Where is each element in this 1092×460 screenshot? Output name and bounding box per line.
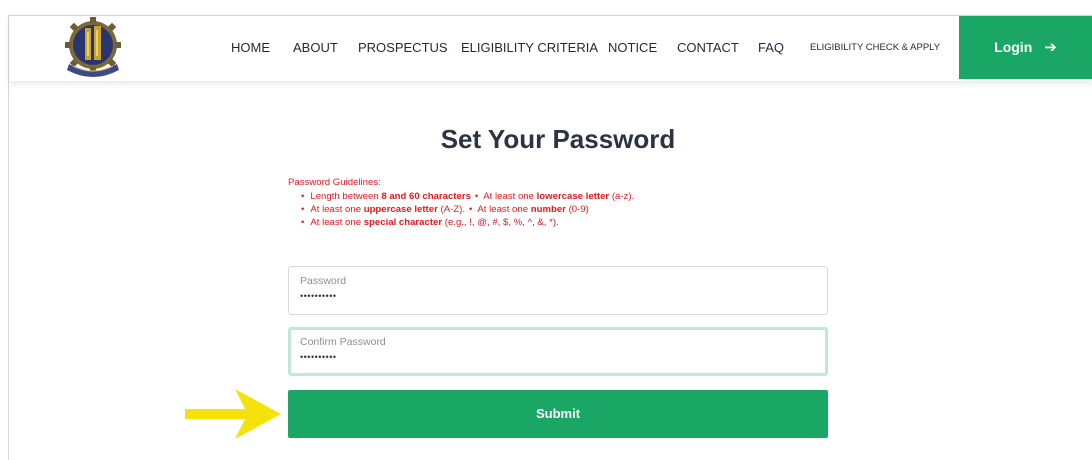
site-header: HOME ABOUT PROSPECTUS ELIGIBILITY CRITER… <box>9 16 1092 81</box>
password-input[interactable]: •••••••••• <box>300 291 337 301</box>
guideline-text: At least one <box>310 204 364 215</box>
guideline-separator: • <box>469 204 473 215</box>
guidelines-list: Length between 8 and 60 characters•At le… <box>301 190 634 229</box>
password-field[interactable]: Password •••••••••• <box>288 266 828 315</box>
login-label: Login <box>994 39 1033 55</box>
nav-prospectus[interactable]: PROSPECTUS <box>358 16 448 81</box>
password-label: Password <box>300 275 347 287</box>
nav-faq[interactable]: FAQ <box>758 16 784 81</box>
confirm-password-input[interactable]: •••••••••• <box>300 352 337 362</box>
guideline-text: (a-z). <box>609 191 635 202</box>
guideline-text: (e.g., !, @, #, $, %, ^, &, *). <box>442 217 559 228</box>
guideline-item: At least one special character (e.g., !,… <box>301 216 634 229</box>
guideline-highlight: 8 and 60 characters <box>381 191 471 202</box>
main-nav: HOME ABOUT PROSPECTUS ELIGIBILITY CRITER… <box>9 16 1092 81</box>
arrow-right-icon: ➔ <box>1044 39 1057 56</box>
submit-button[interactable]: Submit <box>288 390 828 438</box>
guideline-separator: • <box>474 191 479 202</box>
confirm-password-field[interactable]: Confirm Password •••••••••• <box>288 327 828 376</box>
password-guidelines: Password Guidelines: Length between 8 an… <box>288 176 634 229</box>
guideline-text: (0-9) <box>565 204 589 215</box>
guideline-highlight: uppercase letter <box>363 204 438 215</box>
nav-home[interactable]: HOME <box>231 16 270 81</box>
nav-eligibility-check-apply[interactable]: ELIGIBILITY CHECK & APPLY <box>810 16 940 81</box>
nav-notice[interactable]: NOTICE <box>608 16 657 81</box>
guideline-text: At least one <box>483 191 537 202</box>
yellow-arrow-pointer-icon <box>185 389 281 439</box>
guideline-text: At least one <box>477 204 531 215</box>
guideline-item: At least one uppercase letter (A-Z).• At … <box>301 203 634 216</box>
guidelines-heading: Password Guidelines: <box>288 177 381 188</box>
nav-contact[interactable]: CONTACT <box>677 16 739 81</box>
page-title: Set Your Password <box>440 124 676 154</box>
guideline-highlight: number <box>530 204 566 215</box>
confirm-password-label: Confirm Password <box>300 336 386 348</box>
guideline-highlight: lowercase letter <box>536 191 610 202</box>
nav-eligibility-criteria[interactable]: ELIGIBILITY CRITERIA <box>461 16 598 81</box>
guideline-text: Length between <box>310 191 382 202</box>
guideline-text: At least one <box>310 217 364 228</box>
nav-about[interactable]: ABOUT <box>293 16 338 81</box>
login-button[interactable]: Login ➔ <box>959 16 1092 79</box>
guideline-highlight: special character <box>363 217 443 228</box>
guideline-item: Length between 8 and 60 characters• At le… <box>301 190 634 203</box>
guideline-text: (A-Z). <box>437 204 466 215</box>
